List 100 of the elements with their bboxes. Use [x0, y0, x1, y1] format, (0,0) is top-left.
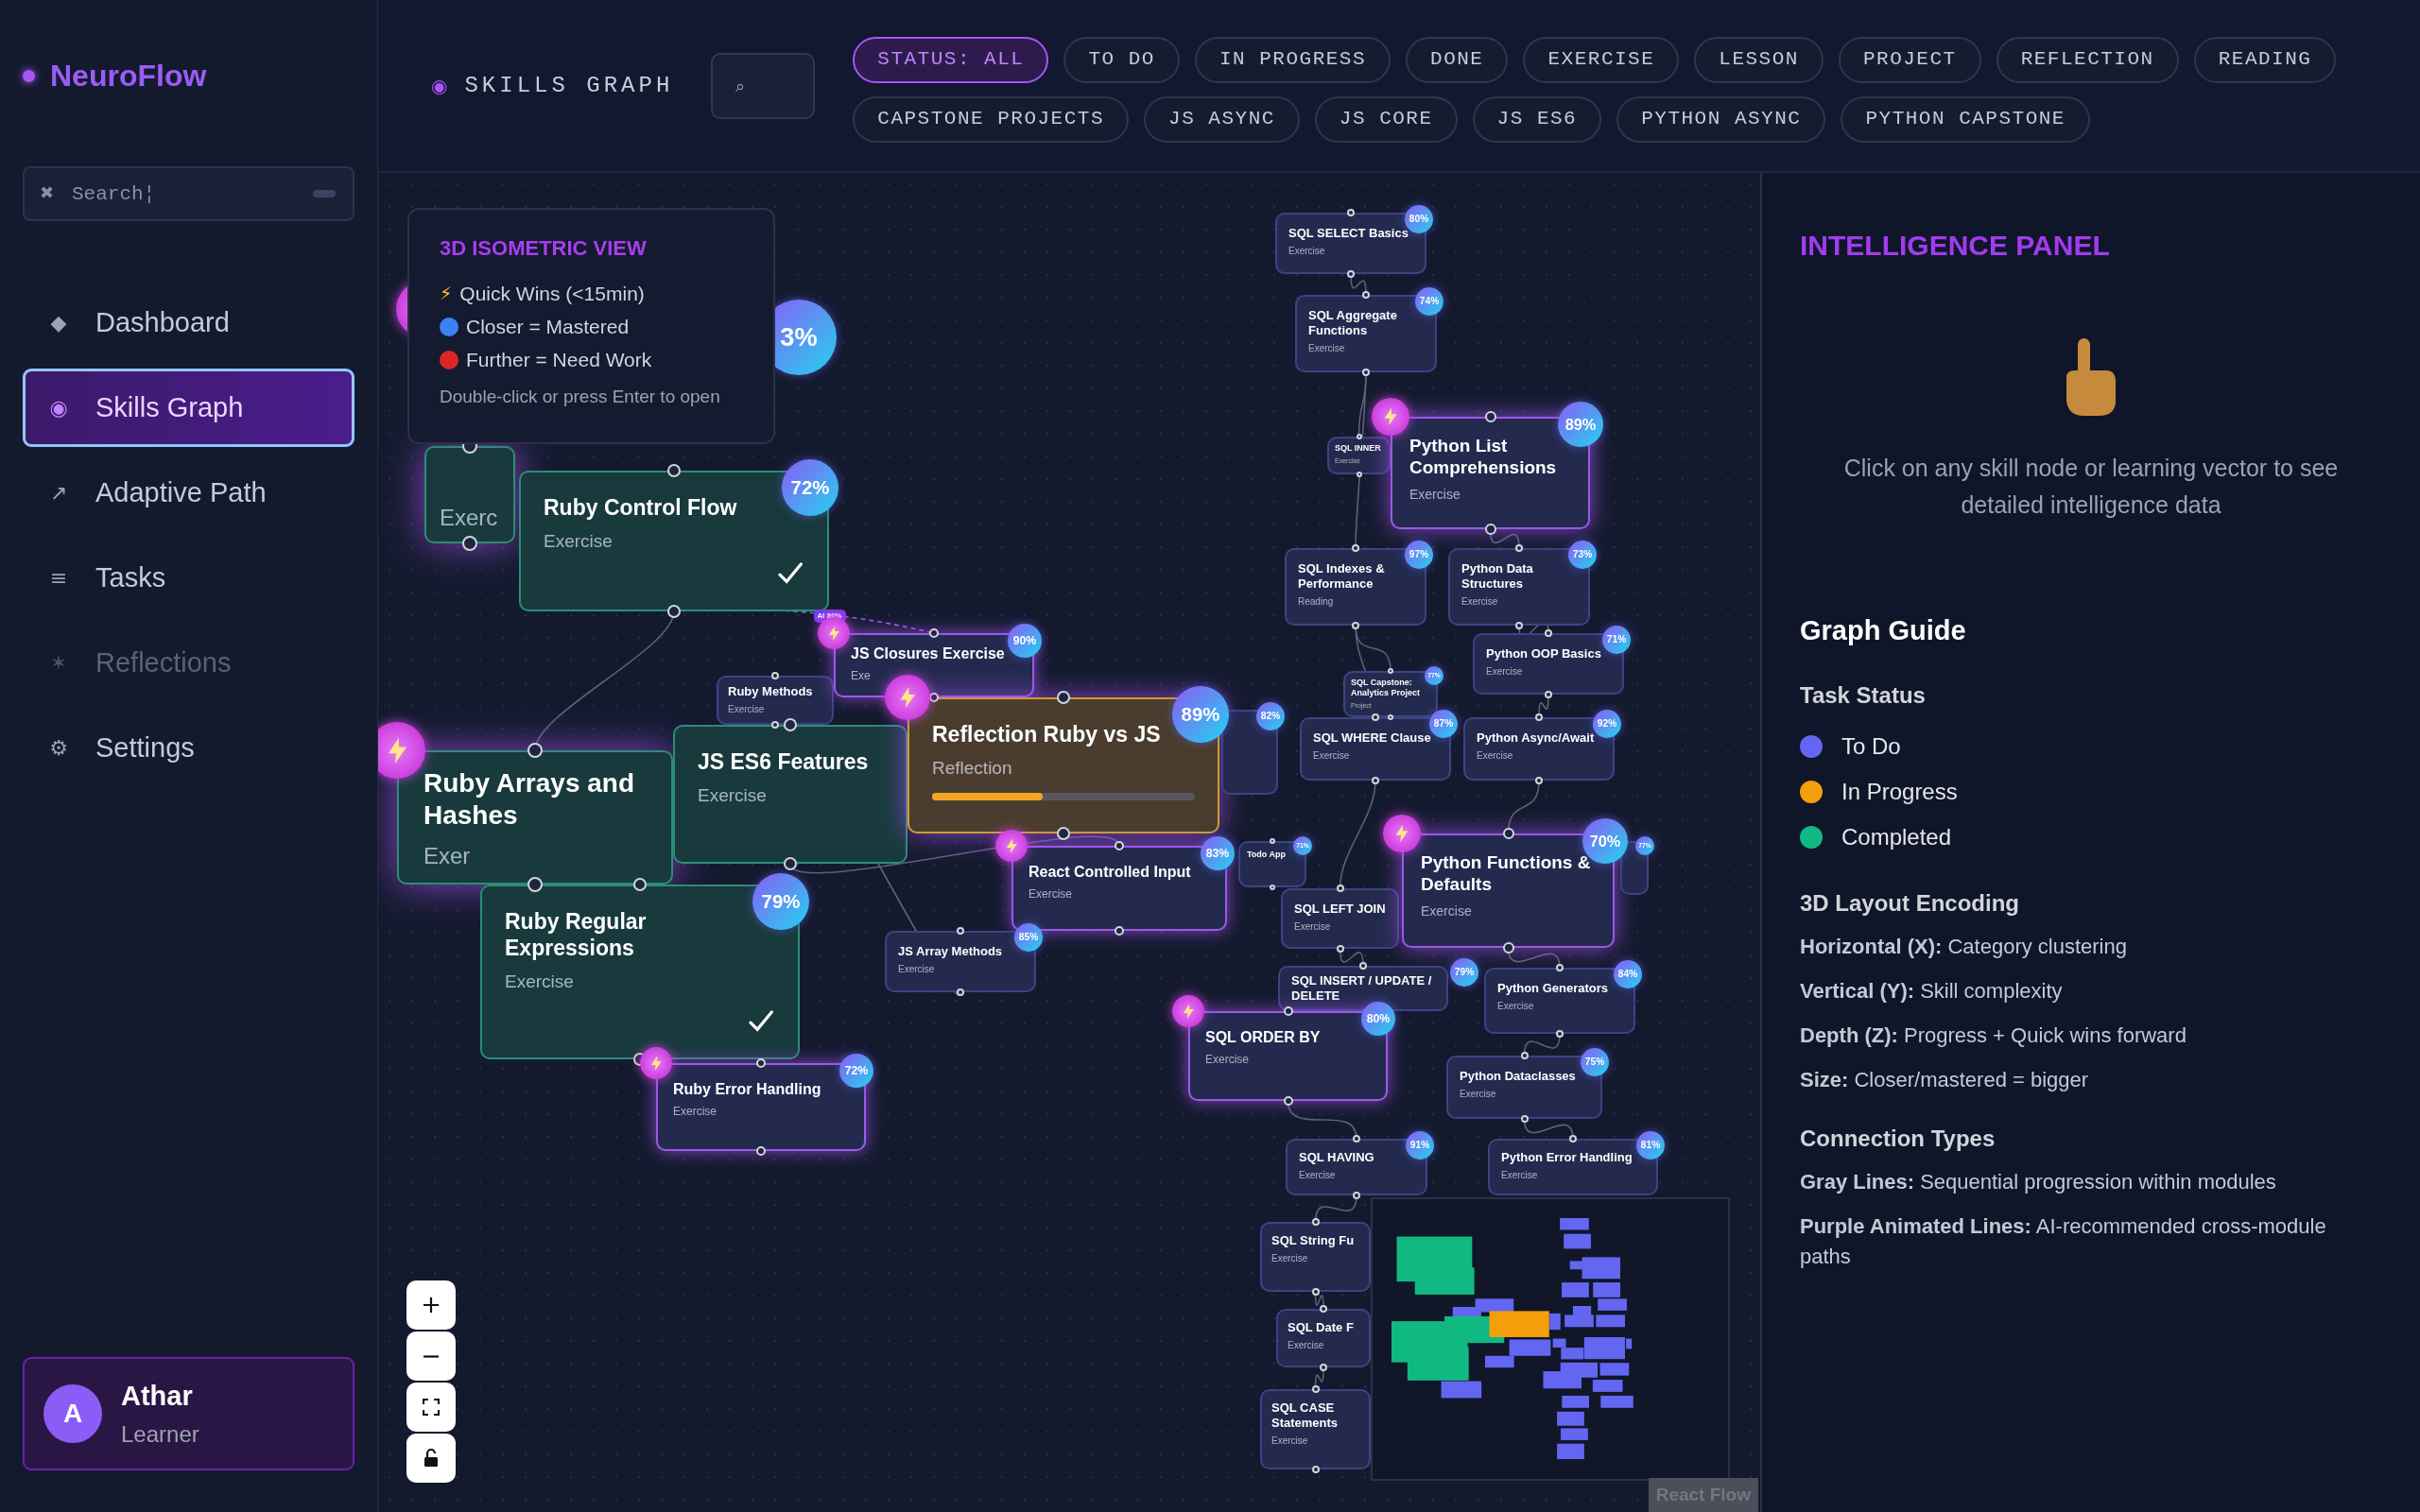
filter-chip[interactable]: DONE [1406, 36, 1509, 83]
filter-chip[interactable]: IN PROGRESS [1194, 36, 1392, 83]
nav-item[interactable]: ≡ Tasks [23, 539, 354, 617]
skill-node[interactable]: SQL String Fu Exercise [1260, 1222, 1371, 1292]
connection-handle[interactable] [1352, 622, 1359, 629]
filter-chip[interactable]: PROJECT [1838, 36, 1981, 83]
nav-item[interactable]: ◆ Dashboard [23, 284, 354, 362]
filter-chip[interactable]: STATUS: ALL [853, 36, 1049, 83]
node-title: React Controlled Input [1028, 863, 1192, 882]
connection-handle[interactable] [667, 605, 681, 618]
node-title: Python Async/Await [1477, 730, 1596, 746]
filter-chip[interactable]: JS ES6 [1472, 95, 1602, 143]
skill-node[interactable]: SQL CASE Statements Exercise [1260, 1389, 1371, 1469]
connection-handle[interactable] [1535, 713, 1543, 721]
connection-handle[interactable] [756, 1146, 766, 1156]
fit-view-button[interactable] [406, 1383, 456, 1432]
lock-button[interactable] [406, 1434, 456, 1483]
connection-handle[interactable] [1515, 544, 1523, 552]
connection-handle[interactable] [1356, 472, 1362, 477]
connection-handle[interactable] [784, 857, 797, 870]
connection-handle[interactable] [1270, 885, 1275, 890]
skill-node[interactable]: JS ES6 Features Exercise [673, 725, 908, 864]
connection-handle[interactable] [1556, 1030, 1564, 1038]
connection-handle[interactable] [1545, 629, 1552, 637]
connection-handle[interactable] [771, 672, 779, 679]
connection-handle[interactable] [667, 464, 681, 477]
node-title: JS Closures Exercise [851, 644, 1006, 663]
mastery-percent: 87% [1429, 710, 1458, 738]
filter-chip[interactable]: CAPSTONE PROJECTS [853, 95, 1130, 143]
connection-handle[interactable] [1283, 1006, 1293, 1016]
connection-handle[interactable] [1115, 926, 1124, 936]
zoom-out-button[interactable] [406, 1332, 456, 1381]
connection-handle[interactable] [957, 988, 964, 996]
connection-handle[interactable] [1336, 885, 1344, 892]
filter-chip[interactable]: REFLECTION [1996, 36, 2179, 83]
connection-handle[interactable] [1356, 434, 1362, 439]
connection-handle[interactable] [1336, 945, 1344, 953]
connection-handle[interactable] [1545, 691, 1552, 698]
connection-handle[interactable] [1347, 270, 1355, 278]
connection-handle[interactable] [1520, 1115, 1529, 1123]
connection-handle[interactable] [1535, 777, 1543, 784]
connection-handle[interactable] [1311, 1385, 1320, 1393]
connection-handle[interactable] [1283, 1096, 1293, 1106]
node-title: Python Error Handling [1501, 1150, 1634, 1165]
connection-handle[interactable] [1515, 622, 1523, 629]
connection-handle[interactable] [1352, 544, 1359, 552]
connection-handle[interactable] [771, 721, 779, 729]
filter-chip[interactable]: PYTHON CAPSTONE [1841, 95, 2090, 143]
skill-node[interactable]: Ruby Methods Exercise [717, 676, 834, 725]
filter-chip[interactable]: JS CORE [1314, 95, 1458, 143]
skill-node[interactable]: SQL INSERT / UPDATE / DELETE [1278, 966, 1448, 1011]
connection-handle[interactable] [1362, 291, 1370, 299]
connection-handle[interactable] [756, 1058, 766, 1068]
filter-chip[interactable]: EXERCISE [1523, 36, 1680, 83]
connection-handle[interactable] [1353, 1135, 1360, 1143]
connection-handle[interactable] [1388, 668, 1393, 674]
connection-handle[interactable] [1347, 209, 1355, 216]
connection-handle[interactable] [462, 536, 477, 551]
nav-item[interactable]: ◉ Skills Graph [23, 369, 354, 447]
connection-handle[interactable] [1502, 828, 1514, 839]
connection-handle[interactable] [1057, 691, 1070, 704]
connection-handle[interactable] [1388, 714, 1393, 720]
connection-handle[interactable] [1320, 1364, 1327, 1371]
connection-handle[interactable] [1115, 841, 1124, 850]
filter-chip[interactable]: PYTHON ASYNC [1616, 95, 1826, 143]
search-button[interactable]: ⌕ [711, 52, 816, 119]
connection-handle[interactable] [1311, 1466, 1320, 1473]
skill-node[interactable]: Exerc [424, 446, 515, 543]
nav-item[interactable]: ↗ Adaptive Path [23, 454, 354, 532]
connection-handle[interactable] [1359, 962, 1367, 970]
connection-handle[interactable] [1353, 1192, 1360, 1199]
connection-handle[interactable] [957, 927, 964, 935]
connection-handle[interactable] [1320, 1305, 1327, 1313]
connection-handle[interactable] [1520, 1052, 1529, 1059]
skill-node[interactable]: Ruby Arrays and Hashes Exer [397, 750, 673, 885]
skill-node[interactable] [1221, 710, 1278, 795]
skill-node[interactable]: SQL LEFT JOIN Exercise [1281, 888, 1399, 949]
app-logo: NeuroFlow [50, 58, 207, 94]
clear-icon[interactable]: ✖ [40, 181, 55, 204]
nav-item[interactable]: ⚙ Settings [23, 709, 354, 787]
connection-handle[interactable] [929, 628, 939, 638]
connection-handle[interactable] [1057, 827, 1070, 840]
connection-handle[interactable] [1362, 369, 1370, 376]
zoom-in-button[interactable] [406, 1280, 456, 1330]
filter-chip[interactable]: JS ASYNC [1144, 95, 1300, 143]
connection-handle[interactable] [1569, 1135, 1577, 1143]
filter-chip[interactable]: READING [2193, 36, 2337, 83]
filter-chip[interactable]: LESSON [1694, 36, 1824, 83]
connection-handle[interactable] [1311, 1288, 1320, 1296]
skill-node[interactable]: SQL Date F Exercise [1276, 1309, 1371, 1367]
legend-title: 3D ISOMETRIC VIEW [440, 235, 648, 262]
connection-handle[interactable] [1270, 838, 1275, 844]
connection-handle[interactable] [1372, 713, 1379, 721]
connection-handle[interactable] [1311, 1218, 1320, 1226]
connection-handle[interactable] [1484, 411, 1496, 422]
user-card[interactable]: A Athar Learner [23, 1357, 354, 1470]
connection-handle[interactable] [527, 743, 543, 758]
connection-handle[interactable] [1372, 777, 1379, 784]
filter-chip[interactable]: TO DO [1063, 36, 1180, 83]
connection-handle[interactable] [1556, 964, 1564, 971]
